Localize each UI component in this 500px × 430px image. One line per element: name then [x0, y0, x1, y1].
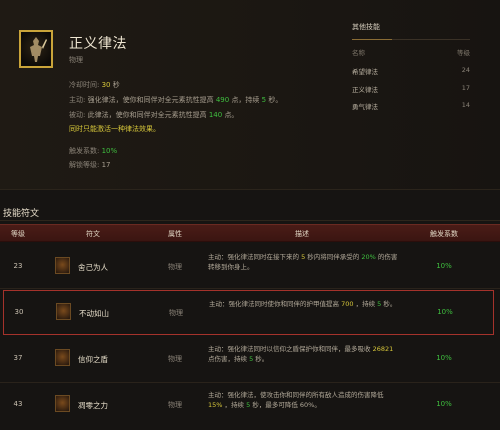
related-item[interactable]: 勇气律法 14 [352, 101, 470, 113]
rune-icon [56, 303, 71, 320]
section-title: 技能符文 [3, 209, 40, 219]
rune-name[interactable]: 不动如山 [79, 308, 109, 319]
skill-title: 正义律法 [69, 36, 127, 52]
rune-attr: 物理 [168, 263, 182, 271]
rune-attr: 物理 [168, 401, 182, 409]
rune-desc: 主动：强化律法同时以信仰之盾保护你和同伴，最多吸收 26821 点伤害，持续 5… [208, 344, 398, 364]
related-item-name[interactable]: 正义律法 [352, 84, 378, 94]
rune-desc-value: 5 [246, 401, 251, 409]
active-line: 主动: 强化律法，使你和同伴对全元素抗性提高 490 点，持续 5 秒。 [69, 95, 282, 105]
unlock-label: 解锁等级: [69, 161, 100, 169]
rune-desc-text: 秒，最多可降低 60%。 [252, 401, 321, 409]
rune-name[interactable]: 信仰之盾 [78, 354, 108, 365]
rune-attr: 物理 [169, 309, 183, 317]
related-item-name[interactable]: 希望律法 [352, 66, 378, 76]
rune-desc-text: 主动：强化律法，使攻击你和同伴的所有敌人造成的伤害降低 [208, 391, 384, 399]
active-text-c: 秒。 [268, 96, 283, 104]
passive-text-b: 点。 [224, 111, 239, 119]
proc-line: 触发系数: 10% [69, 146, 117, 156]
passive-line: 被动: 此律法，使你和同伴对全元素抗性提高 140 点。 [69, 110, 238, 120]
rune-row[interactable]: 43 凋零之力 物理 主动：强化律法，使攻击你和同伴的所有敌人造成的伤害降低 1… [0, 384, 500, 429]
rune-proc: 10% [437, 308, 453, 316]
related-item-name[interactable]: 勇气律法 [352, 101, 378, 111]
rune-name[interactable]: 凋零之力 [78, 400, 108, 411]
rune-icon [55, 257, 70, 274]
header-rune: 符文 [86, 230, 100, 238]
related-header: 名称 等级 [352, 47, 470, 57]
active-value: 490 [215, 96, 230, 104]
rune-desc-value: 700 [341, 300, 354, 308]
unlock-line: 解锁等级: 17 [69, 160, 111, 170]
related-divider [352, 39, 470, 40]
rune-desc-value: 20% [361, 253, 376, 261]
rune-table-header: 等级 符文 属性 描述 触发系数 [0, 224, 500, 242]
active-duration: 5 [261, 96, 267, 104]
rune-attr: 物理 [168, 355, 182, 363]
rune-desc-text: 秒内将同伴承受的 [307, 253, 360, 261]
cooldown-line: 冷却时间: 30 秒 [69, 80, 120, 90]
cooldown-value: 30 [101, 81, 111, 89]
related-col-level: 等级 [457, 49, 470, 57]
active-text-b: 点，持续 [231, 96, 260, 104]
active-label: 主动: [69, 96, 86, 104]
rune-level: 43 [13, 400, 23, 408]
rune-proc: 10% [436, 354, 452, 362]
active-text: 强化律法，使你和同伴对全元素抗性提高 [87, 96, 214, 104]
skill-icon [19, 30, 53, 68]
rune-desc-value: 26821 [372, 345, 394, 353]
rune-desc-text: 主动：强化律法同时使你和同伴的护甲值提高 [209, 300, 339, 308]
rune-row[interactable]: 37 信仰之盾 物理 主动：强化律法同时以信仰之盾保护你和同伴，最多吸收 268… [0, 338, 500, 383]
rune-desc-text: 秒。 [383, 300, 397, 308]
rune-desc-value: 15% [208, 401, 223, 409]
passive-value: 140 [208, 111, 223, 119]
passive-label: 被动: [69, 111, 86, 119]
rune-row-selected[interactable]: 30 不动如山 物理 主动：强化律法同时使你和同伴的护甲值提高 700 ，持续 … [3, 290, 494, 335]
related-col-name: 名称 [352, 49, 365, 57]
rune-desc-text: 点伤害，持续 [208, 355, 247, 363]
cooldown-label: 冷却时间: [69, 81, 100, 89]
rune-desc-text: 主动：强化律法同时在接下来的 [208, 253, 299, 261]
cooldown-unit: 秒 [112, 81, 120, 89]
proc-value: 10% [101, 147, 118, 155]
rune-level: 37 [13, 354, 23, 362]
paladin-figure-icon [30, 37, 47, 62]
related-item-level: 14 [461, 101, 470, 109]
related-skills-panel: 其他技能 名称 等级 希望律法 24 正义律法 17 勇气律法 14 [339, 14, 478, 114]
proc-label: 触发系数: [69, 147, 100, 155]
rune-desc: 主动：强化律法同时使你和同伴的护甲值提高 700 ，持续 5 秒。 [209, 299, 399, 309]
exclusive-note: 同时只能激活一种律法效果。 [69, 125, 160, 133]
rune-level: 23 [13, 262, 23, 270]
related-title: 其他技能 [352, 23, 380, 31]
rune-desc-value: 5 [377, 300, 382, 308]
header-desc: 描述 [295, 230, 309, 238]
header-attr: 属性 [168, 230, 182, 238]
rune-icon [55, 349, 70, 366]
skill-type: 物理 [69, 56, 83, 64]
related-item[interactable]: 正义律法 17 [352, 84, 470, 96]
rune-proc: 10% [436, 400, 452, 408]
rune-desc-text: ，持续 [224, 401, 245, 409]
rune-proc: 10% [436, 262, 452, 270]
rune-desc: 主动：强化律法同时在接下来的 5 秒内将同伴承受的 20% 的伤害转移到你身上。 [208, 252, 398, 272]
rune-desc-value: 5 [301, 253, 306, 261]
header-level: 等级 [11, 230, 25, 238]
unlock-value: 17 [101, 161, 111, 169]
rune-desc-text: 主动：强化律法同时以信仰之盾保护你和同伴，最多吸收 [208, 345, 371, 353]
passive-text: 此律法，使你和同伴对全元素抗性提高 [87, 111, 207, 119]
header-proc: 触发系数 [430, 230, 458, 238]
rune-desc: 主动：强化律法，使攻击你和同伴的所有敌人造成的伤害降低 15% ，持续 5 秒，… [208, 390, 398, 410]
rune-row[interactable]: 23 舍己为人 物理 主动：强化律法同时在接下来的 5 秒内将同伴承受的 20%… [0, 244, 500, 289]
related-item-level: 24 [461, 66, 470, 74]
rune-icon [55, 395, 70, 412]
rune-desc-text: 秒。 [255, 355, 269, 363]
related-item-level: 17 [461, 84, 470, 92]
skill-card: 正义律法 物理 冷却时间: 30 秒 主动: 强化律法，使你和同伴对全元素抗性提… [0, 0, 500, 190]
rune-level: 30 [14, 308, 24, 316]
rune-desc-value: 5 [249, 355, 254, 363]
related-item[interactable]: 希望律法 24 [352, 66, 470, 78]
rune-name[interactable]: 舍己为人 [78, 262, 108, 273]
rune-desc-text: ，持续 [355, 300, 376, 308]
section-divider [0, 220, 500, 221]
